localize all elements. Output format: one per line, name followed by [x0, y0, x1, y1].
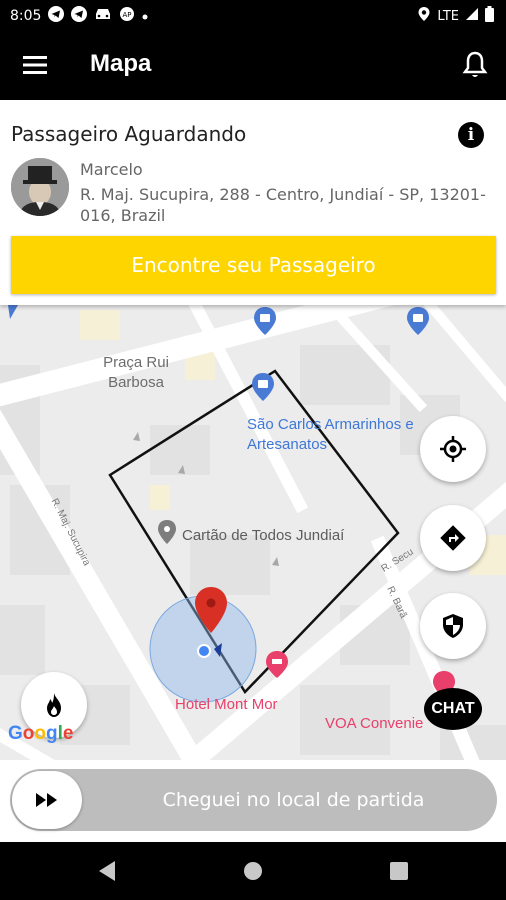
back-triangle-icon: [99, 861, 115, 881]
signal-icon: [465, 7, 479, 25]
card-title: Passageiro Aguardando: [11, 122, 247, 146]
system-nav-bar: [0, 842, 506, 900]
info-icon: i: [467, 125, 475, 145]
notifications-button[interactable]: [462, 50, 488, 80]
map-label-cartao: Cartão de Todos Jundiaí: [182, 527, 345, 544]
safety-button[interactable]: [420, 593, 486, 659]
flame-icon: [47, 693, 61, 717]
menu-button[interactable]: [22, 52, 48, 78]
status-bar: 8:05 AP LTE: [0, 0, 506, 30]
svg-text:AP: AP: [123, 11, 132, 19]
chat-label: CHAT: [431, 700, 475, 717]
passenger-address: R. Maj. Sucupira, 288 - Centro, Jundiaí …: [80, 185, 486, 225]
arrival-slider-area: Cheguei no local de partida: [0, 760, 506, 842]
page-title: Mapa: [90, 50, 152, 77]
map-label-voa: VOA Convenie: [325, 715, 424, 732]
telegram-icon: [71, 6, 88, 26]
info-button[interactable]: i: [458, 122, 484, 148]
dot-icon: [142, 8, 148, 24]
status-time: 8:05: [10, 8, 42, 24]
passenger-card: Passageiro Aguardando i Marcelo R. Maj. …: [0, 100, 506, 305]
home-button[interactable]: [238, 856, 268, 886]
map-label-hotel: Hotel Mont Mor: [175, 696, 278, 713]
slider-knob[interactable]: [12, 771, 82, 829]
recents-button[interactable]: [384, 856, 414, 886]
passenger-name: Marcelo: [80, 160, 143, 179]
app-bar: Mapa: [0, 30, 506, 100]
battery-icon: [485, 6, 494, 26]
bell-icon: [462, 51, 488, 77]
location-icon: [417, 6, 431, 26]
arrival-slider[interactable]: Cheguei no local de partida: [10, 769, 497, 831]
recents-square-icon: [390, 862, 408, 880]
shield-icon: [443, 614, 463, 638]
chat-button[interactable]: CHAT: [424, 688, 482, 730]
back-button[interactable]: [92, 856, 122, 886]
telegram-icon: [48, 6, 65, 26]
slider-label: Cheguei no local de partida: [162, 789, 425, 811]
directions-button[interactable]: [420, 505, 486, 571]
find-passenger-button[interactable]: Encontre seu Passageiro: [11, 236, 496, 294]
hamburger-menu-icon: [23, 56, 47, 74]
my-location-button[interactable]: [420, 416, 486, 482]
map-label-sao-carlos: São Carlos Armarinhos e Artesanatos: [247, 416, 414, 453]
home-circle-icon: [244, 862, 262, 880]
map-label-praca: Praça Rui Barbosa: [103, 354, 169, 391]
app-circle-icon: AP: [119, 6, 135, 26]
car-icon: [94, 7, 112, 25]
crosshair-icon: [440, 436, 466, 462]
network-type: LTE: [437, 8, 459, 24]
fast-forward-icon: [36, 793, 57, 807]
avatar: [11, 158, 69, 216]
directions-icon: [440, 525, 466, 551]
google-logo: Google: [8, 723, 74, 744]
